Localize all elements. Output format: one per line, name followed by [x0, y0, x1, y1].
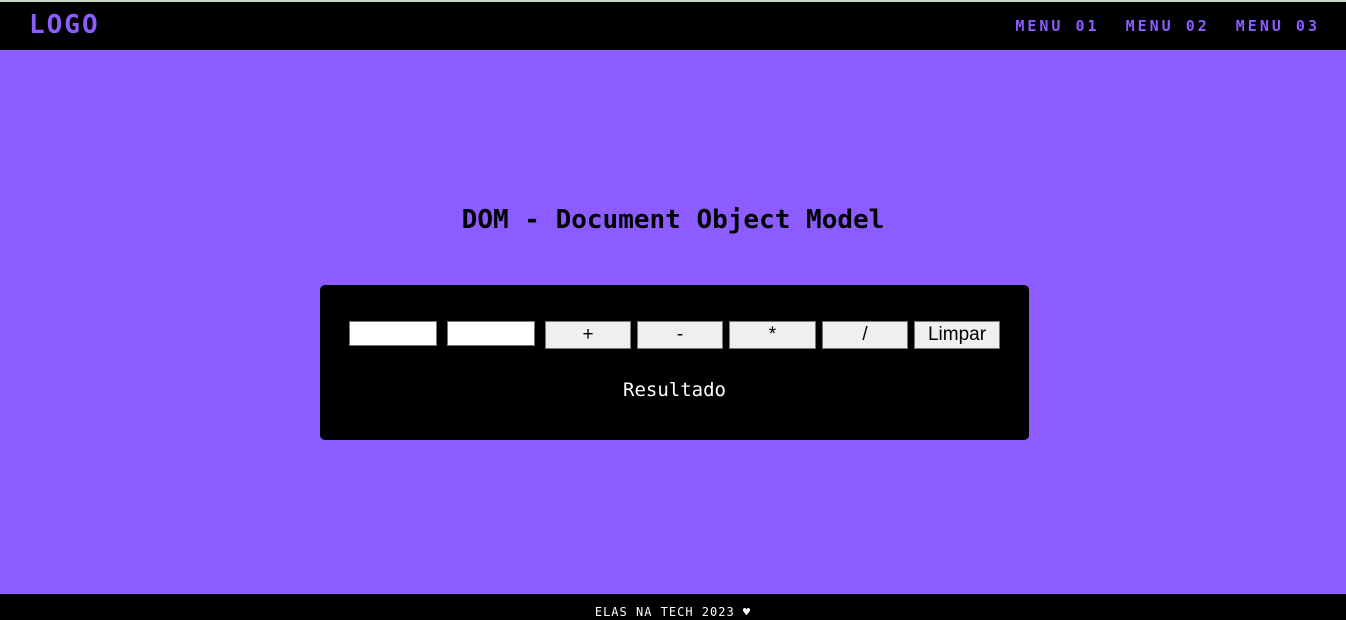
menu-item-01[interactable]: MENU 01	[1015, 17, 1099, 35]
multiply-button[interactable]: *	[729, 321, 816, 349]
footer-text: ELAS NA TECH 2023 ♥	[594, 605, 752, 619]
second-number-input[interactable]	[447, 321, 535, 346]
subtract-button[interactable]: -	[637, 321, 723, 349]
first-number-input[interactable]	[349, 321, 437, 346]
calculator-panel: + - * / Limpar Resultado	[320, 285, 1029, 440]
clear-button[interactable]: Limpar	[914, 321, 1000, 349]
result-text: Resultado	[623, 379, 726, 401]
footer: ELAS NA TECH 2023 ♥	[0, 594, 1346, 620]
menu-item-03[interactable]: MENU 03	[1236, 17, 1320, 35]
main-nav: MENU 01 MENU 02 MENU 03	[1015, 17, 1320, 35]
logo[interactable]: LOGO	[29, 10, 100, 40]
menu-item-02[interactable]: MENU 02	[1126, 17, 1210, 35]
page-title: DOM - Document Object Model	[461, 205, 885, 235]
divide-button[interactable]: /	[822, 321, 908, 349]
add-button[interactable]: +	[545, 321, 631, 349]
header: LOGO MENU 01 MENU 02 MENU 03	[0, 2, 1346, 50]
